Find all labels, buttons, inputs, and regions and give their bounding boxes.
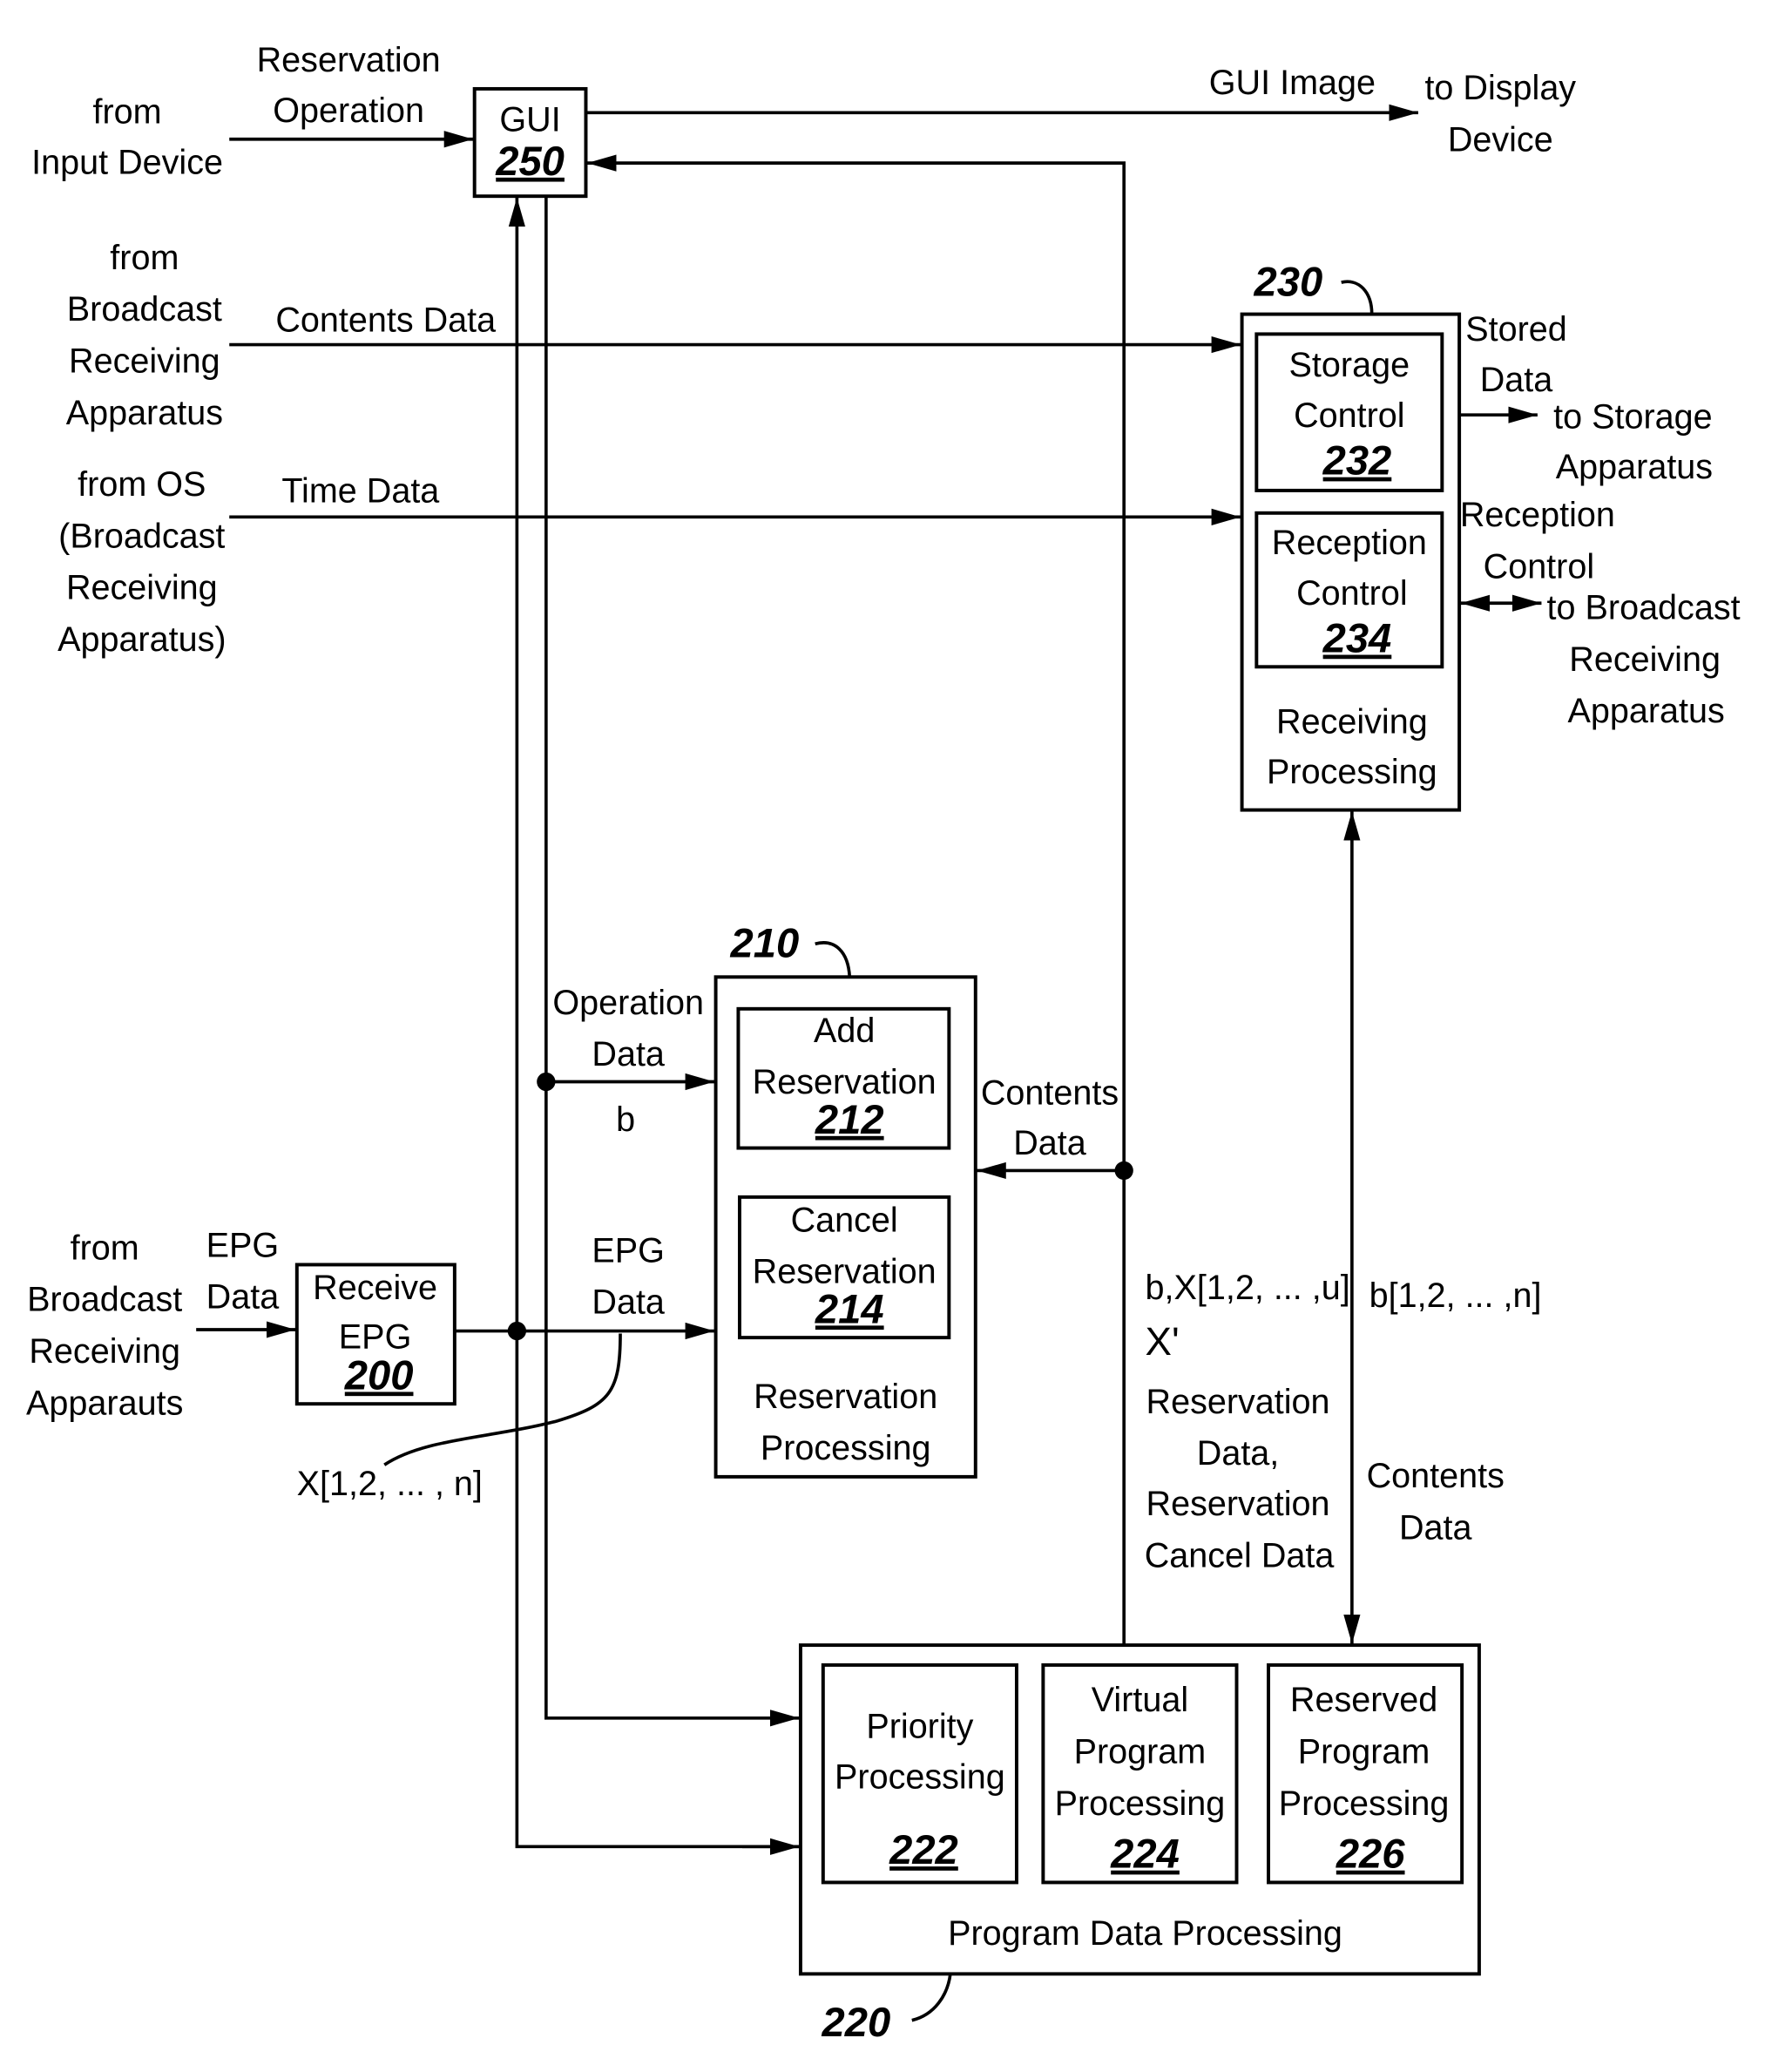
- reception-control-edge-label: Reception: [1460, 496, 1615, 534]
- reservation-label: Reservation: [754, 1378, 937, 1416]
- reservation-operation-label: Reservation: [257, 41, 441, 79]
- from-broadcast-epg-label: Receiving: [29, 1332, 180, 1371]
- program-data-ref: 220: [822, 1999, 891, 2045]
- ref-230-leader: [1341, 280, 1374, 315]
- add-reservation-ref: 212: [815, 1096, 884, 1142]
- virtual-ref: 224: [1110, 1831, 1180, 1877]
- priority-label: Priority: [866, 1708, 973, 1746]
- from-broadcast-label: Apparatus: [66, 394, 223, 432]
- storage-control-label: Storage: [1289, 346, 1410, 384]
- from-broadcast-epg-label: Apparauts: [26, 1384, 183, 1422]
- from-broadcast-label: Broadcast: [67, 290, 222, 328]
- cancel-reservation-label: Cancel: [791, 1201, 898, 1239]
- to-storage-label: Apparatus: [1556, 448, 1713, 486]
- contents-data-label: Contents Data: [275, 301, 496, 339]
- time-data-label: Time Data: [281, 472, 439, 511]
- stored-data-label: Stored: [1465, 310, 1567, 349]
- reception-control-ref: 234: [1322, 615, 1392, 661]
- reserved-label: Reserved: [1290, 1681, 1437, 1719]
- from-broadcast-epg-label: from: [71, 1229, 139, 1267]
- storage-control-label: Control: [1294, 396, 1405, 435]
- junction-dot: [537, 1072, 556, 1092]
- receiving-ref: 230: [1254, 258, 1323, 304]
- virtual-label: Program: [1074, 1733, 1207, 1771]
- priority-label: Processing: [835, 1757, 1005, 1796]
- to-broadcast-label: to Broadcast: [1547, 589, 1741, 627]
- from-os-label: (Broadcast: [58, 517, 225, 555]
- reservation-data-label: Cancel Data: [1145, 1536, 1335, 1574]
- reserved-label: Processing: [1279, 1784, 1450, 1823]
- add-reservation-label: Add: [814, 1012, 875, 1050]
- gui-label: GUI: [499, 101, 560, 139]
- virtual-label: Processing: [1055, 1784, 1226, 1823]
- cancel-reservation-ref: 214: [815, 1285, 884, 1331]
- receive-epg-label: Receive: [313, 1269, 437, 1307]
- junction-dot: [1114, 1161, 1133, 1181]
- reservation-data-label: Reservation: [1146, 1383, 1330, 1421]
- operation-data-label: Data: [592, 1035, 665, 1073]
- b-list-label: b[1,2, ... ,n]: [1369, 1276, 1542, 1315]
- reception-control-label: Control: [1296, 574, 1408, 613]
- bx-list-label: b,X[1,2, ... ,u]: [1146, 1269, 1350, 1307]
- from-broadcast-epg-label: Broadcast: [27, 1281, 182, 1319]
- from-broadcast-label: Receiving: [69, 342, 220, 381]
- receive-epg-block: Receive EPG 200: [294, 1263, 456, 1406]
- receive-epg-ref: 200: [344, 1351, 414, 1398]
- reserved-ref: 226: [1336, 1831, 1405, 1877]
- contents-data-low-label: Data: [1399, 1508, 1472, 1547]
- receive-epg-label: EPG: [339, 1317, 412, 1356]
- gui-image-label: GUI Image: [1209, 64, 1376, 102]
- priority-ref: 222: [889, 1826, 958, 1872]
- epg-data-in-label: EPG: [206, 1226, 280, 1264]
- epg-data-in-label: Data: [206, 1278, 280, 1317]
- reservation-data-label: Reservation: [1146, 1485, 1330, 1523]
- to-storage-label: to Storage: [1553, 397, 1712, 436]
- reservation-label: Processing: [761, 1429, 931, 1467]
- reservation-processing-block: 210 Add Reservation 212 Cancel Reservati…: [713, 919, 977, 1479]
- storage-control-ref: 232: [1322, 437, 1392, 484]
- to-broadcast-label: Apparatus: [1567, 692, 1724, 730]
- reservation-ref: 210: [730, 919, 800, 965]
- receiving-label: Processing: [1267, 753, 1437, 791]
- receiving-processing-block: 230 Storage Control 232 Reception Contro…: [1240, 258, 1462, 812]
- program-data-processing-block: 220 Priority Processing 222 Virtual Prog…: [798, 1643, 1481, 2045]
- contents-data-low-label: Contents: [1367, 1457, 1505, 1495]
- stored-data-label: Data: [1480, 361, 1553, 399]
- reserved-label: Program: [1298, 1733, 1430, 1771]
- epg-data-mid-label: Data: [592, 1283, 665, 1322]
- x-list-label: X[1,2, ... , n]: [297, 1465, 483, 1503]
- from-input-device-label: Input Device: [31, 143, 223, 181]
- to-display-label: to Display: [1424, 69, 1576, 107]
- ref-220-leader: [911, 1974, 952, 2022]
- gui-block: GUI 250: [472, 86, 588, 199]
- from-os-label: Apparatus): [57, 620, 226, 659]
- contents-data-mid-label: Data: [1013, 1124, 1086, 1162]
- to-display-label: Device: [1448, 120, 1553, 159]
- from-os-label: Receiving: [66, 569, 218, 607]
- ref-210-leader: [815, 941, 852, 978]
- from-broadcast-label: from: [110, 239, 179, 277]
- x-prime-label: X': [1146, 1319, 1180, 1364]
- from-os-label: from OS: [78, 465, 206, 504]
- junction-dot: [507, 1321, 527, 1341]
- reception-control-label: Reception: [1272, 524, 1427, 562]
- program-data-label: Program Data Processing: [948, 1914, 1342, 1953]
- epg-data-mid-label: EPG: [592, 1231, 665, 1270]
- reception-control-edge-label: Control: [1484, 547, 1595, 586]
- operation-data-label: Operation: [552, 984, 704, 1022]
- from-input-device-label: from: [93, 92, 162, 131]
- receiving-label: Receiving: [1276, 702, 1428, 741]
- block-diagram: GUI 250 230 Storage Control 232 Receptio…: [26, 41, 1741, 2045]
- b-label: b: [616, 1100, 635, 1139]
- gui-ref: 250: [495, 138, 565, 184]
- virtual-label: Virtual: [1092, 1681, 1188, 1719]
- contents-data-mid-label: Contents: [981, 1073, 1119, 1112]
- reservation-operation-label: Operation: [273, 91, 424, 130]
- to-broadcast-label: Receiving: [1569, 640, 1721, 679]
- reservation-data-label: Data,: [1197, 1434, 1280, 1473]
